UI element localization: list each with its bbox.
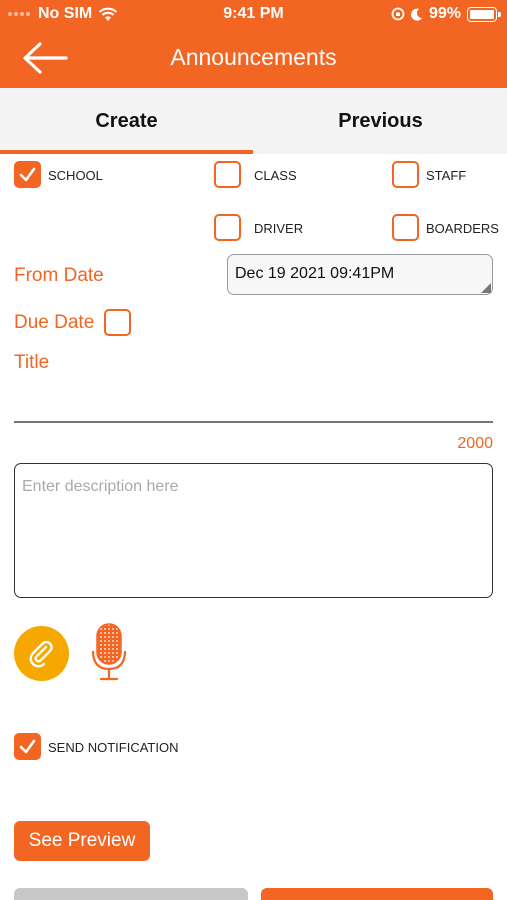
boarders-label: BOARDERS — [426, 221, 499, 236]
orientation-lock-icon — [391, 7, 405, 21]
checkmark-icon — [19, 167, 36, 182]
send-notification-checkbox[interactable] — [14, 733, 41, 760]
checkmark-icon — [19, 739, 36, 754]
title-underline — [14, 421, 493, 423]
microphone-icon[interactable] — [91, 623, 127, 681]
from-date-value: Dec 19 2021 09:41PM — [235, 265, 395, 282]
boarders-checkbox[interactable] — [392, 214, 419, 241]
app-header: No SIM 9:41 PM 99% Announcements — [0, 0, 507, 88]
title-input[interactable] — [14, 380, 493, 420]
moon-icon — [410, 8, 422, 21]
description-input[interactable]: Enter description here — [14, 463, 493, 598]
tab-previous[interactable]: Previous — [254, 88, 507, 154]
class-label: CLASS — [254, 168, 297, 183]
tab-create[interactable]: Create — [0, 88, 253, 154]
dropdown-corner-icon — [481, 283, 491, 293]
status-bar: No SIM 9:41 PM 99% — [0, 0, 507, 30]
staff-label: STAFF — [426, 168, 467, 183]
see-preview-button[interactable]: See Preview — [14, 821, 150, 861]
page-title: Announcements — [170, 44, 337, 70]
due-date-checkbox[interactable] — [104, 309, 131, 336]
paperclip-icon — [29, 640, 53, 668]
battery-icon — [467, 6, 501, 22]
school-label: SCHOOL — [48, 168, 103, 183]
cancel-button[interactable] — [14, 888, 248, 900]
send-notification-label: SEND NOTIFICATION — [48, 740, 179, 755]
class-checkbox[interactable] — [214, 161, 241, 188]
status-right: 99% — [391, 5, 501, 23]
active-tab-indicator — [0, 150, 253, 154]
school-checkbox[interactable] — [14, 161, 41, 188]
attach-button[interactable] — [14, 626, 69, 681]
tab-bar: Create Previous — [0, 88, 507, 154]
char-limit: 2000 — [457, 435, 493, 452]
title-label: Title — [14, 352, 50, 373]
from-date-label: From Date — [14, 265, 104, 286]
driver-label: DRIVER — [254, 221, 304, 236]
due-date-label: Due Date — [14, 312, 95, 333]
battery-percent: 99% — [428, 5, 461, 22]
driver-checkbox[interactable] — [214, 214, 241, 241]
staff-checkbox[interactable] — [392, 161, 419, 188]
description-placeholder: Enter description here — [22, 478, 179, 495]
submit-button[interactable] — [261, 888, 493, 900]
from-date-field[interactable]: Dec 19 2021 09:41PM — [227, 254, 493, 295]
